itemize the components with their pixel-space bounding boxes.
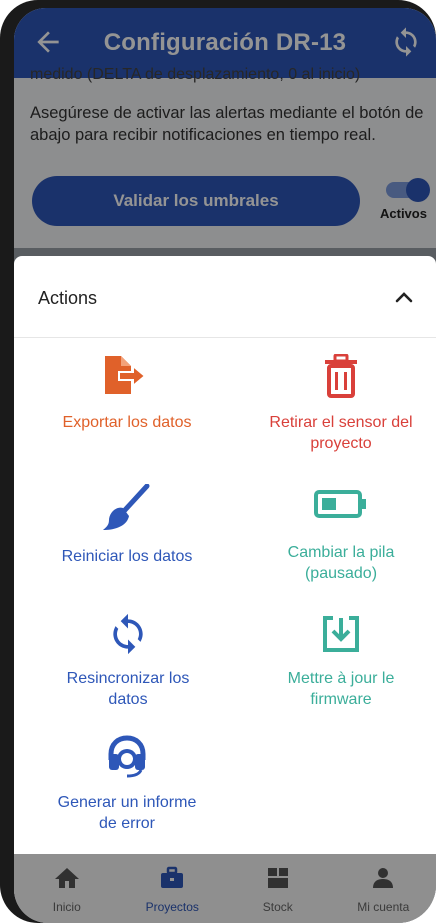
download-firmware-icon — [323, 616, 359, 652]
validate-thresholds-button[interactable]: Validar los umbrales — [32, 176, 360, 226]
remove-sensor-action[interactable]: Retirar el sensor del proyecto — [256, 354, 426, 454]
page-title: Configuración DR-13 — [103, 29, 347, 56]
phone-frame: Configuración DR-13 medido (DELTA de des… — [0, 0, 436, 923]
nav-item-inicio[interactable]: Inicio — [14, 854, 120, 923]
reset-data-label: Reiniciar los datos — [61, 548, 193, 565]
actions-sheet: Actions Exportar los datos Retirar el se… — [14, 256, 436, 854]
bottom-navigation: Inicio Proyectos Stock Mi cuenta — [14, 854, 436, 923]
resync-data-action[interactable]: Resincronizar los datos — [52, 612, 204, 710]
alerts-toggle-label: Activos — [380, 206, 427, 221]
alerts-toggle[interactable] — [386, 178, 430, 202]
threshold-description: medido (DELTA de desplazamiento, 0 al in… — [30, 66, 361, 83]
reset-data-action[interactable]: Reiniciar los datos — [52, 484, 202, 567]
nav-label-mi-cuenta: Mi cuenta — [357, 900, 410, 914]
sync-icon — [113, 613, 143, 655]
trash-icon — [325, 354, 357, 398]
headset-icon — [108, 735, 146, 778]
nav-label-inicio: Inicio — [52, 900, 81, 914]
change-battery-action[interactable]: Cambiar la pila (pausado) — [266, 484, 416, 584]
export-data-action[interactable]: Exportar los datos — [52, 354, 202, 433]
sync-icon[interactable] — [390, 26, 422, 58]
nav-item-stock[interactable]: Stock — [225, 854, 331, 923]
user-icon — [373, 868, 394, 888]
screen: Configuración DR-13 medido (DELTA de des… — [14, 8, 436, 923]
remove-sensor-label: Retirar el sensor del proyecto — [269, 414, 413, 452]
nav-label-proyectos: Proyectos — [145, 900, 199, 914]
update-firmware-action[interactable]: Mettre à jour le firmware — [266, 612, 416, 710]
arrow-left-icon[interactable] — [32, 26, 64, 58]
battery-icon — [314, 490, 366, 518]
change-battery-label: Cambiar la pila (pausado) — [287, 544, 395, 582]
nav-item-mi-cuenta[interactable]: Mi cuenta — [331, 854, 436, 923]
error-report-action[interactable]: Generar un informe de error — [52, 732, 202, 834]
briefcase-icon — [161, 866, 184, 888]
alerts-info-text: Asegúrese de activar las alertas mediant… — [30, 104, 424, 144]
resync-data-label: Resincronizar los datos — [66, 670, 190, 708]
toggle-knob — [406, 178, 430, 202]
chevron-up-icon[interactable] — [394, 290, 414, 304]
export-file-icon — [105, 356, 147, 394]
nav-item-proyectos[interactable]: Proyectos — [120, 854, 226, 923]
export-data-label: Exportar los datos — [62, 414, 192, 431]
update-firmware-label: Mettre à jour le firmware — [287, 670, 395, 708]
box-icon — [267, 868, 288, 888]
error-report-label: Generar un informe de error — [57, 794, 197, 832]
actions-title: Actions — [38, 288, 98, 308]
home-icon — [54, 868, 79, 888]
nav-label-stock: Stock — [262, 900, 293, 914]
actions-sheet-header[interactable]: Actions — [14, 256, 436, 338]
config-content: medido (DELTA de desplazamiento, 0 al in… — [14, 66, 436, 248]
brush-icon — [103, 484, 150, 530]
